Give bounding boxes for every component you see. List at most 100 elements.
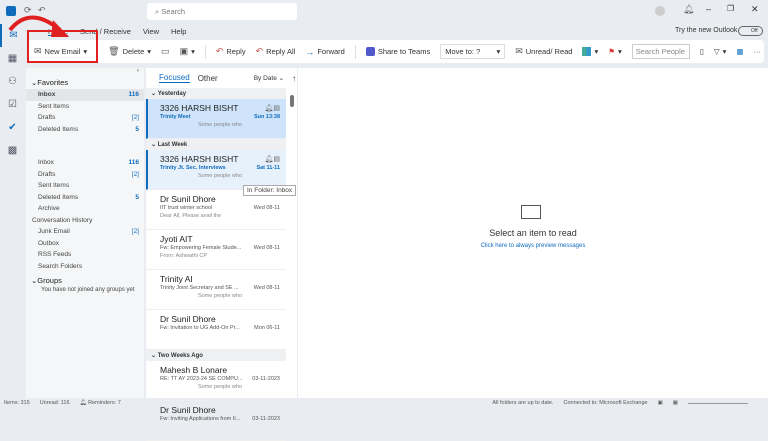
favorites-header[interactable]: ⌄ Favorites — [26, 76, 144, 89]
zoom-slider[interactable] — [688, 402, 748, 404]
teams-icon — [365, 47, 375, 56]
folder-item[interactable]: Drafts [2] — [26, 112, 144, 124]
calendar-icon[interactable]: ▦ — [0, 47, 25, 70]
reading-pane: Select an item to read Click here to alw… — [298, 68, 768, 398]
minimize-button[interactable]: – — [706, 4, 711, 14]
folder-item[interactable]: Conversation History — [26, 215, 144, 227]
normal-view-icon[interactable]: ▣ — [658, 400, 663, 406]
reading-pane-title: Select an item to read — [489, 228, 577, 238]
reply-all-button[interactable]: ↶ Reply All — [256, 46, 296, 57]
message-item[interactable]: Dr Sunil Dhore IIT trust winter school Wed… — [146, 190, 286, 230]
folder-item[interactable]: Search Folders — [26, 261, 144, 273]
groups-header[interactable]: ⌄ Groups — [26, 274, 144, 287]
folder-item[interactable]: Outbox — [26, 238, 144, 250]
connection-status: Connected to: Microsoft Exchange — [563, 400, 648, 406]
more-options-button[interactable]: ··· — [754, 47, 762, 56]
group-header[interactable]: ⌄ Yesterday — [146, 88, 286, 99]
message-sender: 3326 HARSH BISHT — [160, 103, 239, 113]
new-outlook-toggle[interactable]: Off — [738, 26, 763, 36]
folder-item[interactable]: RSS Feeds — [26, 249, 144, 261]
reading-view-icon[interactable]: ▦ — [673, 400, 678, 406]
share-teams-button[interactable]: Share to Teams — [365, 47, 430, 56]
folder-item[interactable]: Sent Items — [26, 101, 144, 113]
reply-button[interactable]: ↶ Reply — [216, 46, 246, 57]
account-icon[interactable] — [655, 6, 665, 16]
folder-label: Inbox — [38, 159, 54, 167]
search-box[interactable]: ⌕ Search — [147, 3, 297, 20]
folder-label: Deleted Items — [38, 193, 79, 201]
message-list: Focused Other By Date ⌄ ↑ ⌄ Yesterday 332… — [146, 68, 297, 441]
folder-pane: ‹ ⌄ Favorites Inbox 116 Sent Items Drafts [2… — [26, 68, 144, 398]
menu-help[interactable]: Help — [171, 27, 186, 36]
mail-icon[interactable]: ✉ — [0, 24, 25, 47]
restore-button[interactable]: ❐ — [727, 4, 734, 13]
tab-focused[interactable]: Focused — [159, 73, 190, 83]
todo-icon[interactable]: ✔ — [0, 116, 25, 139]
message-item[interactable]: Dr Sunil Dhore Fw: Invitation to UG Add-O… — [146, 310, 286, 350]
group-header[interactable]: ⌄ Two Weeks Ago — [146, 350, 286, 361]
message-list-scrollbar[interactable] — [289, 95, 295, 395]
ribbon: ✉ New Email ▾ 🗑︎ Delete ▾ ▭ ▣ ▾ ↶ Reply ↶ Reply… — [28, 40, 764, 63]
folder-item[interactable]: Sent Items — [26, 180, 144, 192]
message-item[interactable]: 3326 HARSH BISHT Trinity Meet Sun 13:38 Som… — [146, 99, 286, 139]
groups-empty-text: You have not joined any groups yet — [41, 287, 135, 293]
folder-label: Deleted Items — [38, 125, 79, 133]
delete-button[interactable]: 🗑︎ Delete ▾ — [108, 46, 151, 57]
folder-item[interactable]: Inbox 116 — [26, 157, 144, 169]
apps-icon[interactable]: ▦ — [736, 47, 743, 56]
forward-button[interactable]: → Forward — [305, 47, 345, 57]
folder-label: Archive — [38, 205, 60, 213]
folder-item[interactable]: Junk Email [2] — [26, 226, 144, 238]
app-rail: ✉ ▦ ⚇ ☑ ✔ ▩ — [0, 24, 25, 398]
move-button[interactable]: ▣ ▾ — [180, 46, 195, 57]
message-subject: Trinity Meet — [160, 114, 191, 120]
message-date: Sat 11-11 — [256, 165, 280, 171]
reminder-icon: 🔔︎▤ — [264, 105, 280, 112]
tooltip: In Folder: Inbox — [243, 185, 297, 196]
preview-link[interactable]: Click here to always preview messages — [298, 243, 768, 249]
group-header[interactable]: ⌄ Last Week — [146, 139, 286, 150]
message-item[interactable]: Trinity AI Trinity Joint Secretary and SE… — [146, 270, 286, 310]
archive-icon: ▭ — [161, 46, 170, 56]
reply-icon: ↶ — [215, 46, 224, 56]
message-preview: Some people who — [197, 173, 243, 179]
message-sender: 3326 HARSH BISHT — [160, 154, 239, 164]
categorize-button[interactable]: ▾ — [582, 47, 598, 56]
unread-read-button[interactable]: ✉ Unread/ Read — [515, 46, 572, 57]
folder-item[interactable]: Deleted Items 5 — [26, 124, 144, 136]
folder-item[interactable]: Inbox 116 — [26, 89, 144, 101]
search-people-input[interactable]: Search People — [631, 44, 690, 59]
folder-item[interactable]: Drafts [2] — [26, 169, 144, 181]
message-item[interactable]: Jyoti AIT Fw: Empowering Female Stude... W… — [146, 230, 286, 270]
message-date: Wed 08-11 — [253, 245, 280, 251]
address-book-icon[interactable]: ▯ — [700, 47, 704, 56]
folder-item[interactable]: Deleted Items 5 — [26, 192, 144, 204]
sort-direction-icon[interactable]: ↑ — [292, 74, 296, 83]
sort-dropdown[interactable]: By Date ⌄ — [254, 74, 284, 82]
sync-status: All folders are up to date. — [492, 400, 554, 406]
message-item[interactable]: Mahesh B Lonare RE: TT AY 2023-24 SE COMP… — [146, 361, 286, 401]
reminders[interactable]: 🔔︎ Reminders: 7 — [80, 400, 121, 406]
tasks-icon[interactable]: ☑ — [0, 93, 25, 116]
bell-icon[interactable]: 🔔︎ — [683, 4, 694, 15]
menu-view[interactable]: View — [143, 27, 159, 36]
message-sender: Trinity AI — [160, 274, 193, 284]
trash-icon: 🗑︎ — [108, 46, 120, 56]
more-apps-icon[interactable]: ▩ — [0, 139, 25, 162]
message-subject: Trinity Joint Secretary and SE ... — [160, 285, 239, 291]
filter-button[interactable]: ▽ ▾ — [714, 47, 727, 56]
collapse-pane-icon[interactable]: ‹ — [26, 68, 144, 76]
people-icon[interactable]: ⚇ — [0, 70, 25, 93]
folder-item[interactable]: Archive — [26, 203, 144, 215]
archive-button[interactable]: ▭ — [161, 46, 170, 57]
message-preview: Some people who — [197, 122, 243, 128]
tab-other[interactable]: Other — [198, 74, 218, 83]
close-button[interactable]: ✕ — [751, 4, 759, 15]
flag-button[interactable]: ⚑ ▾ — [608, 47, 622, 56]
folder-count: [2] — [131, 114, 139, 122]
message-item[interactable]: 3326 HARSH BISHT Trinity Jt. Sec. Intervi… — [146, 150, 286, 190]
move-to-dropdown[interactable]: Move to: ? ▾ — [440, 44, 506, 59]
folder-count: [2] — [131, 228, 139, 236]
unread-count: Unread: 116 — [39, 400, 70, 406]
status-bar: Items: 315 Unread: 116 🔔︎ Reminders: 7 A… — [0, 398, 768, 408]
